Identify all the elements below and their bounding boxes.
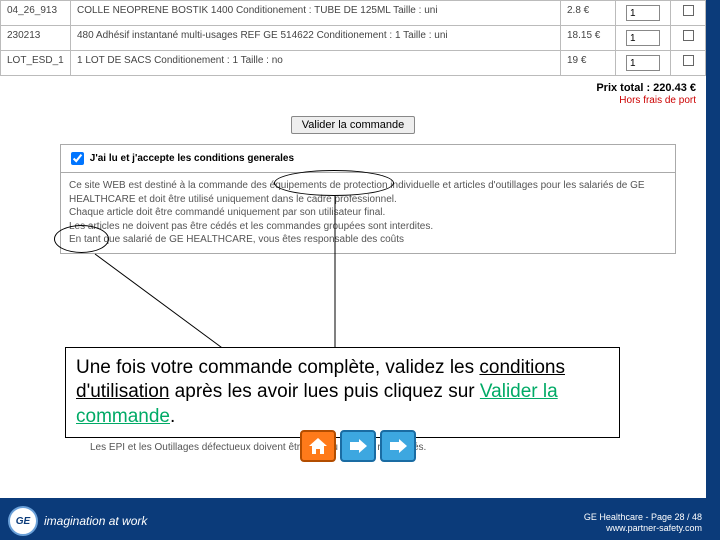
row-checkbox[interactable] <box>683 55 694 66</box>
row-checkbox[interactable] <box>683 30 694 41</box>
accept-terms-checkbox[interactable] <box>71 152 84 165</box>
next-button[interactable] <box>340 430 376 462</box>
qty-cell <box>616 51 671 76</box>
footer-text: GE Healthcare - Page 28 / 48 www.partner… <box>584 512 702 535</box>
terms-line: En tant que salarié de GE HEALTHCARE, vo… <box>69 233 667 247</box>
select-cell <box>671 1 706 26</box>
qty-cell <box>616 26 671 51</box>
instruction-callout: Une fois votre commande complète, valide… <box>65 347 620 438</box>
tagline: imagination at work <box>44 514 147 528</box>
terms-line: Les articles ne doivent pas être cédés e… <box>69 220 667 234</box>
ref-cell: 230213 <box>1 26 71 51</box>
ref-cell: LOT_ESD_1 <box>1 51 71 76</box>
qty-input[interactable] <box>626 55 660 71</box>
terms-body: Ce site WEB est destiné à la commande de… <box>61 173 675 253</box>
terms-line: Chaque article doit être commandé unique… <box>69 206 667 220</box>
row-checkbox[interactable] <box>683 5 694 16</box>
totals: Prix total : 220.43 € Hors frais de port <box>0 76 706 108</box>
slide-content: 04_26_913 COLLE NEOPRENE BOSTIK 1400 Con… <box>0 0 706 498</box>
desc-cell: COLLE NEOPRENE BOSTIK 1400 Conditionemen… <box>71 1 561 26</box>
arrow-right-icon <box>388 438 408 454</box>
callout-text: après les avoir lues puis cliquez sur <box>169 381 479 402</box>
terms-box: J'ai lu et j'accepte les conditions gene… <box>60 144 676 254</box>
terms-line: Ce site WEB est destiné à la commande de… <box>69 179 667 206</box>
ge-monogram-icon: GE <box>8 506 38 536</box>
desc-cell: 480 Adhésif instantané multi-usages REF … <box>71 26 561 51</box>
ge-logo: GE imagination at work <box>8 506 147 536</box>
validate-order-button[interactable]: Valider la commande <box>291 116 416 134</box>
select-cell <box>671 26 706 51</box>
price-cell: 19 € <box>561 51 616 76</box>
callout-text: . <box>170 406 175 427</box>
price-cell: 18.15 € <box>561 26 616 51</box>
desc-cell: 1 LOT DE SACS Conditionement : 1 Taille … <box>71 51 561 76</box>
callout-text: Une fois votre commande complète, valide… <box>76 357 479 378</box>
footer-url: www.partner-safety.com <box>584 523 702 534</box>
home-icon <box>308 437 328 455</box>
arrow-right-icon <box>348 438 368 454</box>
table-row: LOT_ESD_1 1 LOT DE SACS Conditionement :… <box>1 51 706 76</box>
terms-checkbox-label: J'ai lu et j'accepte les conditions gene… <box>90 153 294 164</box>
ship-label: Hors frais de port <box>619 95 696 106</box>
terms-header: J'ai lu et j'accepte les conditions gene… <box>61 145 675 173</box>
footer-page: GE Healthcare - Page 28 / 48 <box>584 512 702 523</box>
qty-input[interactable] <box>626 5 660 21</box>
total-label: Prix total : 220.43 € <box>596 82 696 94</box>
table-row: 04_26_913 COLLE NEOPRENE BOSTIK 1400 Con… <box>1 1 706 26</box>
select-cell <box>671 51 706 76</box>
validate-wrap: Valider la commande <box>0 108 706 144</box>
home-button[interactable] <box>300 430 336 462</box>
qty-cell <box>616 1 671 26</box>
qty-input[interactable] <box>626 30 660 46</box>
ref-cell: 04_26_913 <box>1 1 71 26</box>
nav-icons <box>300 430 416 462</box>
next-button-2[interactable] <box>380 430 416 462</box>
order-table: 04_26_913 COLLE NEOPRENE BOSTIK 1400 Con… <box>0 0 706 76</box>
table-row: 230213 480 Adhésif instantané multi-usag… <box>1 26 706 51</box>
slide-border-right <box>706 0 720 540</box>
price-cell: 2.8 € <box>561 1 616 26</box>
